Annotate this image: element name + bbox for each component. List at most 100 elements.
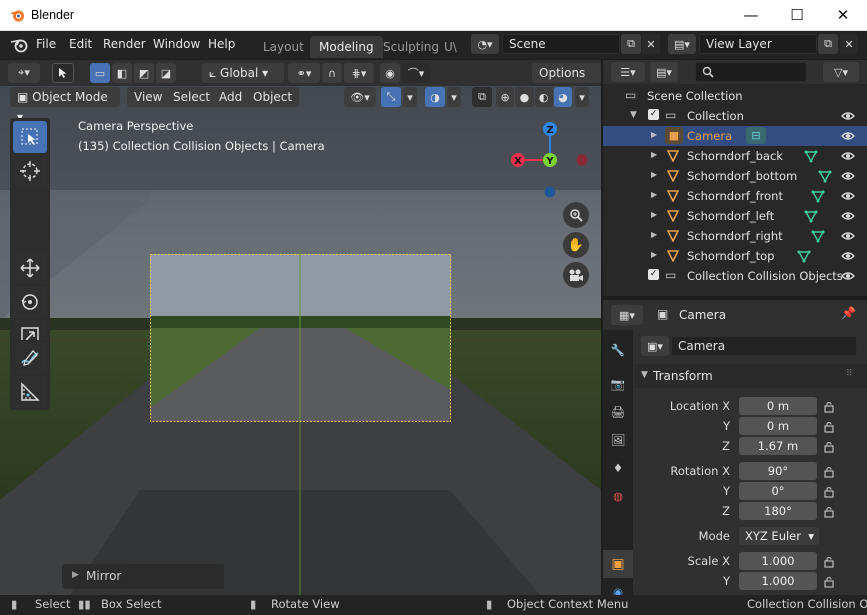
eye-icon[interactable]: [841, 129, 855, 143]
outliner-row-object[interactable]: ▶ Schorndorf_left: [603, 206, 867, 226]
lock-icon[interactable]: [823, 421, 835, 433]
menu-object[interactable]: Object: [246, 87, 300, 107]
display-mode-button[interactable]: ▤▾: [650, 62, 678, 82]
move-tool[interactable]: [13, 252, 47, 284]
drag-handle-icon[interactable]: ⠿: [846, 369, 853, 379]
location-x-field[interactable]: 0 m: [739, 397, 817, 415]
eye-icon[interactable]: [841, 229, 855, 243]
scene-field[interactable]: Scene: [502, 34, 620, 54]
pin-icon[interactable]: 📌: [841, 306, 856, 320]
transform-panel-header[interactable]: ▼ Transform ⠿: [635, 364, 867, 388]
tab-sculpting[interactable]: Sculpting: [374, 36, 448, 58]
tab-layout[interactable]: Layout: [254, 36, 313, 58]
menu-add[interactable]: Add: [212, 87, 250, 107]
lock-icon[interactable]: [823, 556, 835, 568]
xray-toggle[interactable]: ⧉: [472, 87, 492, 107]
scene-new-button[interactable]: ⧉: [621, 34, 641, 54]
view-layer-delete-button[interactable]: ✕: [840, 34, 858, 54]
cursor-tool[interactable]: [13, 155, 47, 187]
scale-x-field[interactable]: 1.000: [739, 552, 817, 570]
expand-arrow-icon[interactable]: ▶: [651, 130, 657, 139]
mesh-data-icon[interactable]: [811, 189, 825, 203]
view-layer-field[interactable]: View Layer: [699, 34, 817, 54]
close-button[interactable]: ✕: [820, 0, 866, 30]
checkbox-icon[interactable]: ✓: [648, 269, 659, 280]
rotation-x-field[interactable]: 90°: [739, 462, 817, 480]
tab-modeling[interactable]: Modeling: [310, 36, 383, 58]
mesh-data-icon[interactable]: [797, 249, 811, 263]
object-browse-button[interactable]: ▣▾: [641, 336, 669, 356]
eye-icon[interactable]: [841, 209, 855, 223]
last-operator-panel[interactable]: ▶ Mirror: [62, 564, 224, 589]
falloff-button[interactable]: ⌒▾: [402, 63, 430, 83]
expand-arrow-icon[interactable]: ▶: [651, 190, 657, 199]
material-shading-icon[interactable]: ◐: [534, 87, 553, 107]
lock-icon[interactable]: [823, 576, 835, 588]
shading-dropdown[interactable]: ▾: [575, 87, 589, 107]
menu-file[interactable]: File: [36, 37, 56, 51]
expand-arrow-icon[interactable]: ▶: [651, 230, 657, 239]
tab-output[interactable]: 🖨: [603, 398, 633, 426]
checkbox-icon[interactable]: ✓: [648, 109, 659, 120]
3d-viewport[interactable]: ⌖▾ ▭ ◧ ◩ ◪ ⟀ Global ▾ ⚭▾ ∩ ⋕▾ ◉ ⌒▾ Optio…: [0, 60, 601, 595]
rotation-mode-dropdown[interactable]: XYZ Euler ▾: [739, 527, 819, 545]
gizmo-toggle[interactable]: ⤡: [381, 87, 401, 107]
object-name-field[interactable]: Camera: [671, 336, 857, 356]
camera-data-icon[interactable]: ⊟: [746, 127, 766, 144]
rotate-tool[interactable]: [13, 286, 47, 318]
tab-view-layer[interactable]: 🖼: [603, 426, 633, 454]
expand-arrow-icon[interactable]: ▶: [651, 210, 657, 219]
camera-view-button[interactable]: [563, 262, 589, 288]
menu-help[interactable]: Help: [208, 37, 235, 51]
transform-orientation-dropdown[interactable]: ⟀ Global ▾: [202, 63, 284, 83]
scale-y-field[interactable]: 1.000: [739, 572, 817, 590]
pan-button[interactable]: ✋: [563, 232, 589, 258]
box-select-new-icon[interactable]: ▭: [90, 63, 110, 83]
editor-type-button[interactable]: ☰▾: [611, 62, 645, 82]
view-layer-browse-button[interactable]: ▤▾: [668, 34, 696, 54]
gizmo-dropdown[interactable]: ▾: [403, 87, 417, 107]
overlay-toggle[interactable]: ◑: [425, 87, 445, 107]
visibility-button[interactable]: 👁▾: [344, 87, 376, 107]
properties-editor-type-button[interactable]: ▦▾: [611, 305, 643, 325]
maximize-button[interactable]: ☐: [774, 0, 820, 30]
eye-icon[interactable]: [841, 149, 855, 163]
select-box-tool[interactable]: [13, 121, 47, 153]
outliner-row-object[interactable]: ▶ Schorndorf_top: [603, 246, 867, 266]
outliner-row-scene-collection[interactable]: ▭ Scene Collection: [603, 86, 867, 106]
solid-shading-icon[interactable]: ●: [515, 87, 534, 107]
eye-icon[interactable]: [841, 169, 855, 183]
lock-icon[interactable]: [823, 441, 835, 453]
outliner-row-object[interactable]: ▶ Schorndorf_bottom: [603, 166, 867, 186]
tab-object[interactable]: ▣: [603, 550, 633, 578]
overlay-dropdown[interactable]: ▾: [447, 87, 461, 107]
mode-dropdown[interactable]: ▣ Object Mode ▾: [10, 87, 120, 124]
outliner-row-object[interactable]: ▶ Schorndorf_right: [603, 226, 867, 246]
wireframe-shading-icon[interactable]: ⊕: [496, 87, 515, 107]
menu-view[interactable]: View: [127, 87, 170, 107]
scene-delete-button[interactable]: ✕: [642, 34, 660, 54]
lock-icon[interactable]: [823, 401, 835, 413]
pivot-point-button[interactable]: ⚭▾: [288, 63, 320, 83]
mesh-data-icon[interactable]: [811, 229, 825, 243]
outliner-row-object[interactable]: ▶ Schorndorf_back: [603, 146, 867, 166]
menu-window[interactable]: Window: [153, 37, 200, 51]
expand-arrow-icon[interactable]: ▶: [651, 250, 657, 259]
tab-tool[interactable]: 🔧: [603, 336, 633, 364]
outliner-row-object[interactable]: ▶ Schorndorf_front: [603, 186, 867, 206]
location-y-field[interactable]: 0 m: [739, 417, 817, 435]
proportional-edit-toggle[interactable]: ◉: [380, 63, 400, 83]
options-dropdown[interactable]: Options ▾: [532, 63, 601, 100]
eye-icon[interactable]: [841, 249, 855, 263]
expand-arrow-icon[interactable]: ▶: [651, 170, 657, 179]
annotate-tool[interactable]: [13, 342, 47, 374]
lock-icon[interactable]: [823, 506, 835, 518]
box-select-subtract-icon[interactable]: ◩: [134, 63, 154, 83]
expand-arrow-icon[interactable]: ▼: [630, 110, 637, 120]
mesh-data-icon[interactable]: [804, 209, 818, 223]
menu-edit[interactable]: Edit: [69, 37, 92, 51]
lock-icon[interactable]: [823, 466, 835, 478]
transform-pivot-button[interactable]: ⌖▾: [8, 63, 40, 83]
rendered-shading-icon[interactable]: ◕: [553, 87, 572, 107]
blender-menu-icon[interactable]: [10, 37, 28, 53]
